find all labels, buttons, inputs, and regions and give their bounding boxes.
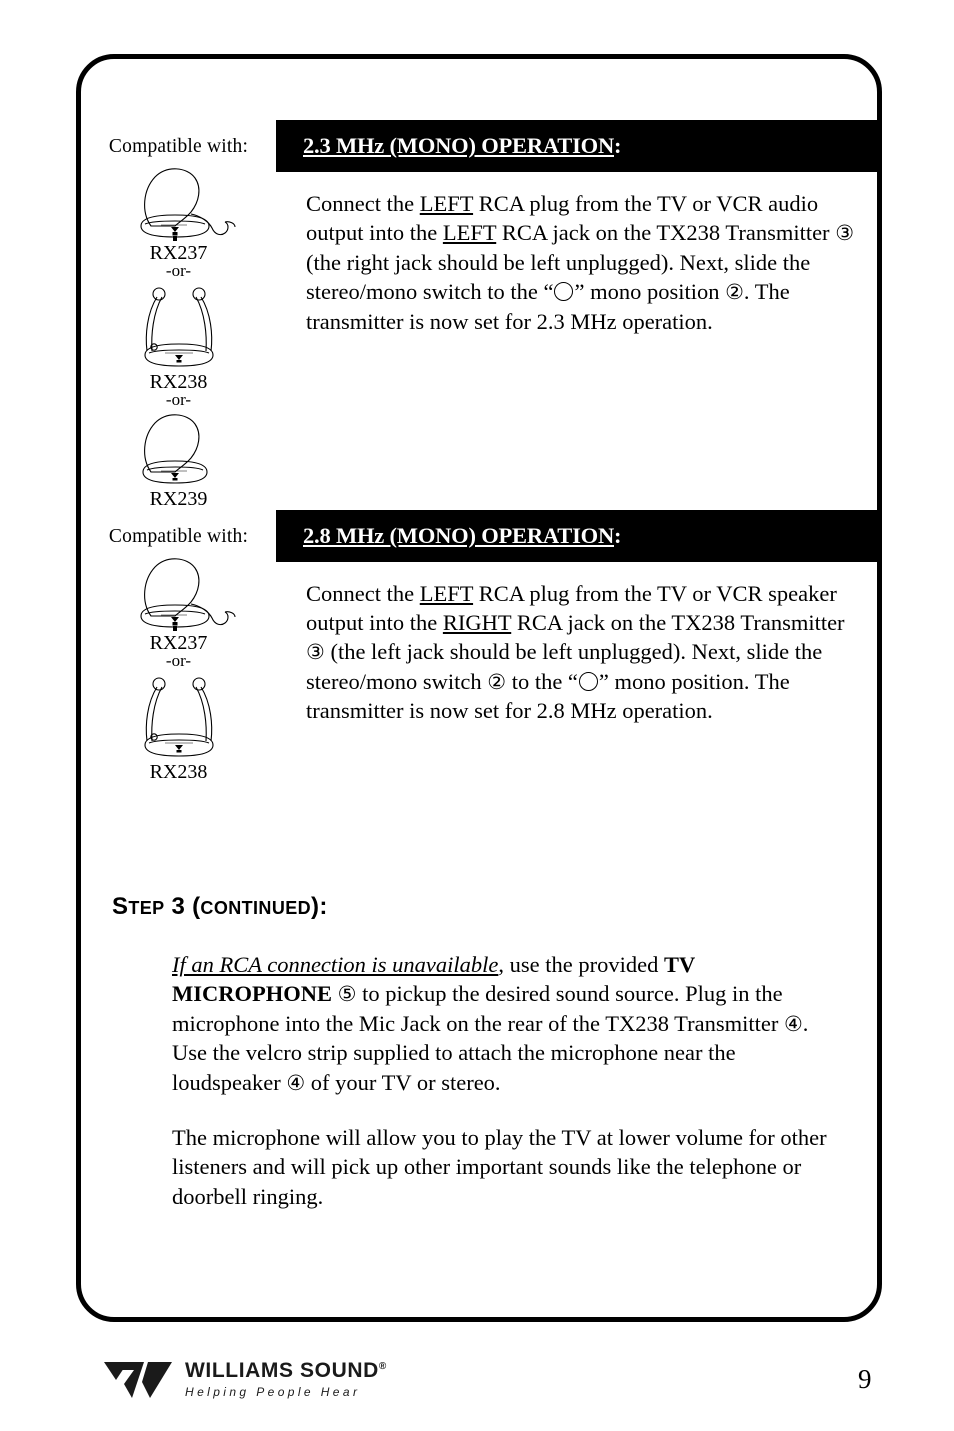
section-header-title-colon: : xyxy=(614,522,622,548)
emphasis-left: LEFT xyxy=(419,580,474,606)
section-header-title: 2.8 MHz (MONO) OPERATION: xyxy=(303,522,622,549)
logo-wordmark: WILLIAMS SOUND® Helping People Hear xyxy=(185,1358,387,1398)
earpiece-receiver-icon xyxy=(141,414,208,484)
device-rx239: RX239 xyxy=(81,410,276,510)
compatible-devices-cell-2: Compatible with: RX237 -or- RX238 xyxy=(81,510,276,783)
compatible-devices-cell-1: Compatible with: RX237 -or- RX238 -or- R… xyxy=(81,120,276,510)
step-heading-continued: CONTINUED xyxy=(200,898,312,918)
step-heading-close: ): xyxy=(311,893,328,920)
step-paragraph-1: If an RCA connection is unavailable, use… xyxy=(172,950,844,1097)
earpiece-receiver-with-cord-icon xyxy=(139,558,236,631)
step-heading-smallcaps: TEP xyxy=(128,898,165,918)
callout-number-3: ③ xyxy=(835,221,855,246)
device-label: RX239 xyxy=(149,487,208,510)
step-3-body: If an RCA connection is unavailable, use… xyxy=(172,950,844,1211)
callout-number-4: ④ xyxy=(783,1011,803,1036)
body-text: RCA jack on the TX238 Transmitter xyxy=(511,610,845,636)
operation-section-cell-1: 2.3 MHz (MONO) OPERATION: Connect the LE… xyxy=(276,120,880,510)
body-text: Connect the xyxy=(306,191,420,216)
section-body-2-3mhz: Connect the LEFT RCA plug from the TV or… xyxy=(276,172,880,486)
device-rx238: RX238 xyxy=(81,671,276,783)
device-label: RX238 xyxy=(149,760,208,783)
body-text: , use the provided xyxy=(498,952,664,977)
emphasis-left: LEFT xyxy=(442,220,497,246)
body-text: RCA jack on the TX238 Transmitter xyxy=(496,220,836,246)
step-heading-number: 3 ( xyxy=(164,893,201,920)
brand-tagline: Helping People Hear xyxy=(185,1385,361,1399)
emphasis-right: RIGHT xyxy=(442,610,512,636)
callout-number-5: ⑤ xyxy=(337,982,357,1007)
compatible-with-label: Compatible with: xyxy=(108,136,249,157)
page-number: 9 xyxy=(858,1364,872,1394)
body-text: Connect the xyxy=(306,580,420,606)
section-header-bar-2-3mhz: 2.3 MHz (MONO) OPERATION: xyxy=(276,120,880,172)
device-or-separator: -or- xyxy=(165,389,192,409)
callout-number-2: ② xyxy=(725,280,744,305)
step-heading-initial: S xyxy=(112,893,129,920)
mono-circle-symbol-icon xyxy=(554,282,574,302)
footer-logo: WILLIAMS SOUND® Helping People Hear xyxy=(104,1358,387,1402)
step-paragraph-2: The microphone will allow you to play th… xyxy=(172,1124,827,1209)
table-row: Compatible with: xyxy=(81,120,880,510)
callout-number-3: ③ xyxy=(306,640,325,665)
section-header-title: 2.3 MHz (MONO) OPERATION: xyxy=(303,133,622,159)
neckloop-receiver-icon xyxy=(143,287,214,367)
earpiece-receiver-with-cord-icon xyxy=(139,168,236,241)
body-text: of your TV or stereo. xyxy=(305,1069,501,1095)
section-header-title-text: 2.8 MHz (MONO) OPERATION xyxy=(303,522,614,548)
compatible-with-label: Compatible with: xyxy=(108,525,249,547)
operation-section-cell-2: 2.8 MHz (MONO) OPERATION: Connect the LE… xyxy=(276,509,880,783)
device-rx238: RX238 -or- xyxy=(81,281,276,409)
section-header-bar-2-8mhz: 2.8 MHz (MONO) OPERATION: xyxy=(276,509,880,562)
step-3-heading: STEP 3 (CONTINUED): xyxy=(112,893,328,921)
operation-modes-table: Compatible with: RX237 -or- RX238 -or- R… xyxy=(81,120,880,783)
brand-name-text: WILLIAMS SOUND xyxy=(185,1359,379,1382)
neckloop-receiver-icon xyxy=(143,676,214,757)
section-header-title-colon: : xyxy=(614,133,622,158)
emphasis-left: LEFT xyxy=(419,191,474,216)
device-rx237: RX237 -or- xyxy=(81,552,276,670)
mono-circle-symbol-icon xyxy=(578,671,598,691)
williams-sound-w-mark-icon xyxy=(104,1362,172,1398)
brand-name: WILLIAMS SOUND® xyxy=(185,1360,387,1381)
table-row: Compatible with: xyxy=(81,509,880,783)
callout-number-2: ② xyxy=(487,669,507,694)
section-body-2-8mhz: Connect the LEFT RCA plug from the TV or… xyxy=(276,562,880,768)
conditional-phrase: If an RCA connection is unavailable xyxy=(172,952,499,977)
body-text: ” mono position xyxy=(574,279,726,305)
body-text: to the “ xyxy=(506,668,578,694)
section-header-title-text: 2.3 MHz (MONO) OPERATION xyxy=(303,133,614,158)
device-or-separator: -or- xyxy=(165,261,192,280)
device-rx237: RX237 -or- xyxy=(81,162,276,280)
callout-number-4: ④ xyxy=(286,1070,306,1095)
registered-trademark-icon: ® xyxy=(378,1361,387,1372)
device-or-separator: -or- xyxy=(165,650,192,670)
